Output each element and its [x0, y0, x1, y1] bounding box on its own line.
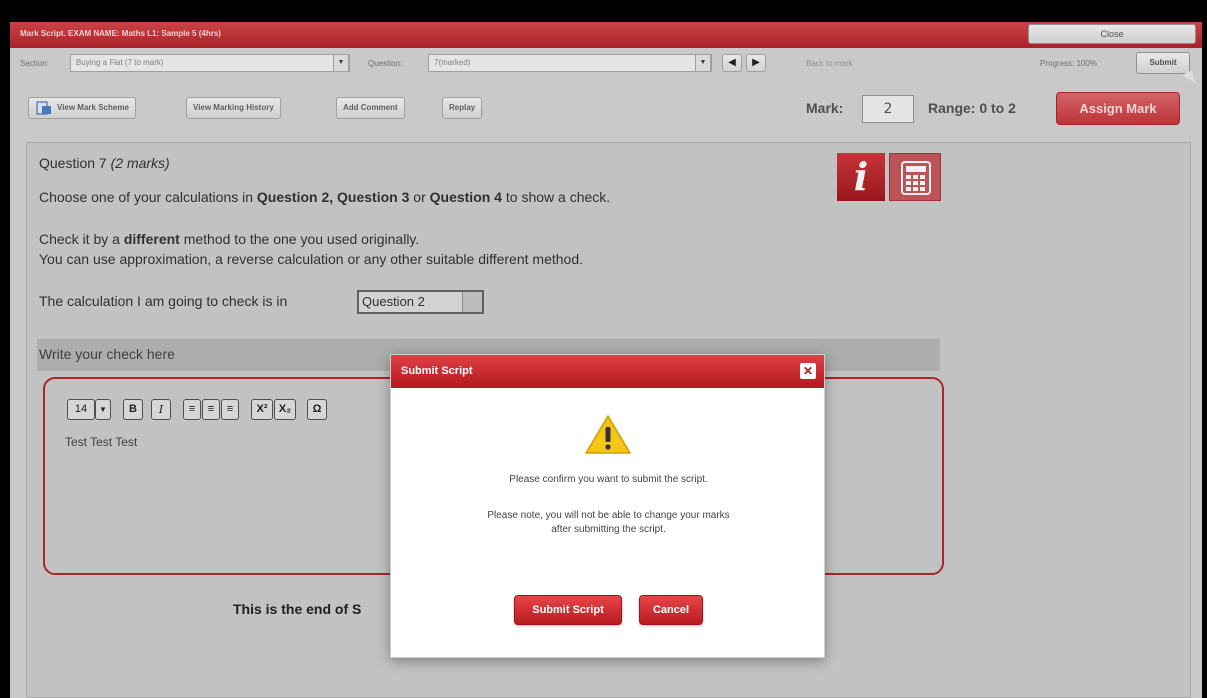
submit-script-button[interactable]: Submit Script — [514, 595, 622, 625]
dialog-message-note-2: after submitting the script. — [551, 524, 666, 535]
dialog-header: Submit Script ✕ — [391, 355, 824, 388]
cancel-button[interactable]: Cancel — [639, 595, 703, 625]
dialog-message-note-1: Please note, you will not be able to cha… — [487, 510, 730, 521]
close-icon[interactable]: ✕ — [800, 363, 816, 379]
dialog-title: Submit Script — [401, 365, 473, 377]
dialog-message-confirm: Please confirm you want to submit the sc… — [509, 474, 708, 485]
warning-icon — [585, 415, 631, 454]
submit-script-dialog: Submit Script ✕ Please confirm you want … — [390, 354, 825, 658]
